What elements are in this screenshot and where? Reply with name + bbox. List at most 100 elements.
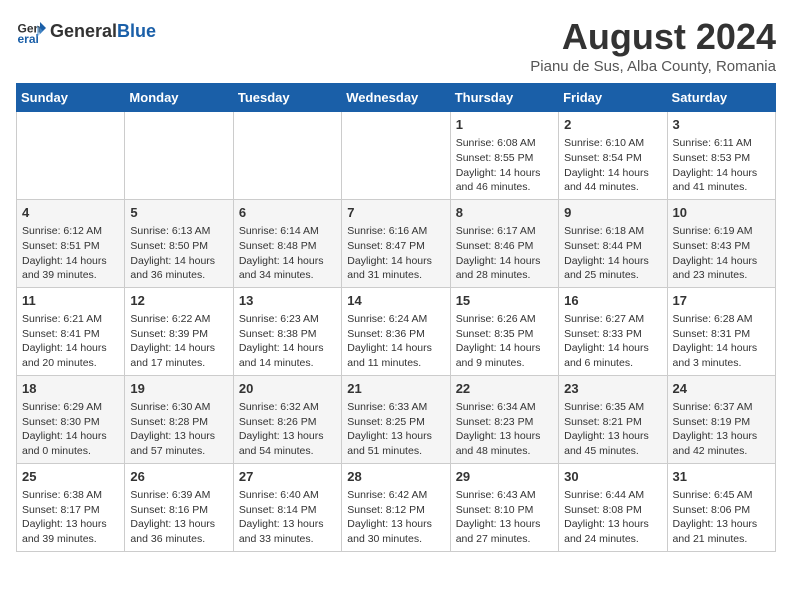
day-number: 27 — [239, 468, 336, 486]
day-number: 25 — [22, 468, 119, 486]
day-number: 31 — [673, 468, 770, 486]
calendar-cell: 9Sunrise: 6:18 AMSunset: 8:44 PMDaylight… — [559, 199, 667, 287]
day-info: Sunrise: 6:08 AMSunset: 8:55 PMDaylight:… — [456, 136, 553, 195]
day-info: Sunrise: 6:26 AMSunset: 8:35 PMDaylight:… — [456, 312, 553, 371]
day-number: 26 — [130, 468, 227, 486]
day-info: Sunrise: 6:38 AMSunset: 8:17 PMDaylight:… — [22, 488, 119, 547]
calendar-table: SundayMondayTuesdayWednesdayThursdayFrid… — [16, 83, 776, 552]
calendar-cell: 28 Sunrise: 6:42 AMSunset: 8:12 PMDayligh… — [342, 463, 450, 551]
day-info: Sunrise: 6:30 AMSunset: 8:28 PMDaylight:… — [130, 400, 227, 459]
calendar-cell: 27Sunrise: 6:40 AMSunset: 8:14 PMDayligh… — [233, 463, 341, 551]
col-header-monday: Monday — [125, 84, 233, 112]
calendar-cell — [233, 112, 341, 200]
day-number: 21 — [347, 380, 444, 398]
day-info: Sunrise: 6:19 AMSunset: 8:43 PMDaylight:… — [673, 224, 770, 283]
day-number: 30 — [564, 468, 661, 486]
day-info: Sunrise: 6:33 AMSunset: 8:25 PMDaylight:… — [347, 400, 444, 459]
day-info: Sunrise: 6:16 AMSunset: 8:47 PMDaylight:… — [347, 224, 444, 283]
calendar-cell: 5 Sunrise: 6:13 AMSunset: 8:50 PMDaylight… — [125, 199, 233, 287]
day-info: Sunrise: 6:10 AMSunset: 8:54 PMDaylight:… — [564, 136, 661, 195]
day-info: Sunrise: 6:14 AMSunset: 8:48 PMDaylight:… — [239, 224, 336, 283]
calendar-cell: 25 Sunrise: 6:38 AMSunset: 8:17 PMDayligh… — [17, 463, 125, 551]
day-info: Sunrise: 6:13 AMSunset: 8:50 PMDaylight:… — [130, 224, 227, 283]
day-number: 20 — [239, 380, 336, 398]
col-header-friday: Friday — [559, 84, 667, 112]
day-info: Sunrise: 6:44 AMSunset: 8:08 PMDaylight:… — [564, 488, 661, 547]
day-number: 6 — [239, 204, 336, 222]
logo-general: General — [50, 21, 117, 42]
day-info: Sunrise: 6:29 AMSunset: 8:30 PMDaylight:… — [22, 400, 119, 459]
day-number: 29 — [456, 468, 553, 486]
day-info: Sunrise: 6:22 AMSunset: 8:39 PMDaylight:… — [130, 312, 227, 371]
calendar-cell: 26Sunrise: 6:39 AMSunset: 8:16 PMDayligh… — [125, 463, 233, 551]
col-header-wednesday: Wednesday — [342, 84, 450, 112]
calendar-cell: 1 Sunrise: 6:08 AMSunset: 8:55 PMDaylight… — [450, 112, 558, 200]
calendar-cell: 10 Sunrise: 6:19 AMSunset: 8:43 PMDayligh… — [667, 199, 775, 287]
day-number: 16 — [564, 292, 661, 310]
logo-blue: Blue — [117, 21, 156, 42]
day-number: 12 — [130, 292, 227, 310]
calendar-cell — [17, 112, 125, 200]
calendar-cell: 13 Sunrise: 6:23 AMSunset: 8:38 PMDayligh… — [233, 287, 341, 375]
calendar-cell: 17 Sunrise: 6:28 AMSunset: 8:31 PMDayligh… — [667, 287, 775, 375]
calendar-cell: 31 Sunrise: 6:45 AMSunset: 8:06 PMDayligh… — [667, 463, 775, 551]
day-number: 17 — [673, 292, 770, 310]
calendar-cell: 15 Sunrise: 6:26 AMSunset: 8:35 PMDayligh… — [450, 287, 558, 375]
calendar-week-row: 25 Sunrise: 6:38 AMSunset: 8:17 PMDayligh… — [17, 463, 776, 551]
calendar-week-row: 18 Sunrise: 6:29 AMSunset: 8:30 PMDayligh… — [17, 375, 776, 463]
col-header-saturday: Saturday — [667, 84, 775, 112]
day-info: Sunrise: 6:45 AMSunset: 8:06 PMDaylight:… — [673, 488, 770, 547]
calendar-cell: 11 Sunrise: 6:21 AMSunset: 8:41 PMDayligh… — [17, 287, 125, 375]
day-number: 5 — [130, 204, 227, 222]
calendar-cell: 18 Sunrise: 6:29 AMSunset: 8:30 PMDayligh… — [17, 375, 125, 463]
calendar-header-row: SundayMondayTuesdayWednesdayThursdayFrid… — [17, 84, 776, 112]
day-info: Sunrise: 6:11 AMSunset: 8:53 PMDaylight:… — [673, 136, 770, 195]
day-number: 13 — [239, 292, 336, 310]
calendar-cell: 4 Sunrise: 6:12 AMSunset: 8:51 PMDaylight… — [17, 199, 125, 287]
calendar-cell: 21 Sunrise: 6:33 AMSunset: 8:25 PMDayligh… — [342, 375, 450, 463]
calendar-cell: 12 Sunrise: 6:22 AMSunset: 8:39 PMDayligh… — [125, 287, 233, 375]
day-info: Sunrise: 6:43 AMSunset: 8:10 PMDaylight:… — [456, 488, 553, 547]
month-year-title: August 2024 — [530, 16, 776, 58]
day-info: Sunrise: 6:34 AMSunset: 8:23 PMDaylight:… — [456, 400, 553, 459]
logo: Gen eral GeneralBlue — [16, 16, 156, 46]
day-number: 18 — [22, 380, 119, 398]
day-info: Sunrise: 6:21 AMSunset: 8:41 PMDaylight:… — [22, 312, 119, 371]
calendar-cell: 8 Sunrise: 6:17 AMSunset: 8:46 PMDaylight… — [450, 199, 558, 287]
calendar-week-row: 1 Sunrise: 6:08 AMSunset: 8:55 PMDaylight… — [17, 112, 776, 200]
logo-icon: Gen eral — [16, 16, 46, 46]
calendar-cell: 30 Sunrise: 6:44 AMSunset: 8:08 PMDayligh… — [559, 463, 667, 551]
day-info: Sunrise: 6:35 AMSunset: 8:21 PMDaylight:… — [564, 400, 661, 459]
day-info: Sunrise: 6:28 AMSunset: 8:31 PMDaylight:… — [673, 312, 770, 371]
day-info: Sunrise: 6:24 AMSunset: 8:36 PMDaylight:… — [347, 312, 444, 371]
calendar-cell — [342, 112, 450, 200]
day-number: 8 — [456, 204, 553, 222]
day-info: Sunrise: 6:42 AMSunset: 8:12 PMDaylight:… — [347, 488, 444, 547]
day-number: 28 — [347, 468, 444, 486]
day-number: 10 — [673, 204, 770, 222]
title-area: August 2024 Pianu de Sus, Alba County, R… — [530, 16, 776, 75]
day-number: 11 — [22, 292, 119, 310]
calendar-cell: 2 Sunrise: 6:10 AMSunset: 8:54 PMDaylight… — [559, 112, 667, 200]
page-header: Gen eral GeneralBlue August 2024 Pianu d… — [16, 16, 776, 75]
day-number: 15 — [456, 292, 553, 310]
day-number: 14 — [347, 292, 444, 310]
day-number: 1 — [456, 116, 553, 134]
calendar-cell: 22Sunrise: 6:34 AMSunset: 8:23 PMDayligh… — [450, 375, 558, 463]
location-subtitle: Pianu de Sus, Alba County, Romania — [530, 58, 776, 75]
col-header-thursday: Thursday — [450, 84, 558, 112]
day-info: Sunrise: 6:32 AMSunset: 8:26 PMDaylight:… — [239, 400, 336, 459]
calendar-cell: 20 Sunrise: 6:32 AMSunset: 8:26 PMDayligh… — [233, 375, 341, 463]
calendar-cell: 14 Sunrise: 6:24 AMSunset: 8:36 PMDayligh… — [342, 287, 450, 375]
day-info: Sunrise: 6:17 AMSunset: 8:46 PMDaylight:… — [456, 224, 553, 283]
day-number: 19 — [130, 380, 227, 398]
calendar-cell: 6 Sunrise: 6:14 AMSunset: 8:48 PMDaylight… — [233, 199, 341, 287]
calendar-cell — [125, 112, 233, 200]
day-info: Sunrise: 6:23 AMSunset: 8:38 PMDaylight:… — [239, 312, 336, 371]
day-number: 4 — [22, 204, 119, 222]
calendar-week-row: 11 Sunrise: 6:21 AMSunset: 8:41 PMDayligh… — [17, 287, 776, 375]
day-info: Sunrise: 6:18 AMSunset: 8:44 PMDaylight:… — [564, 224, 661, 283]
day-info: Sunrise: 6:12 AMSunset: 8:51 PMDaylight:… — [22, 224, 119, 283]
calendar-cell: 7Sunrise: 6:16 AMSunset: 8:47 PMDaylight… — [342, 199, 450, 287]
day-number: 2 — [564, 116, 661, 134]
